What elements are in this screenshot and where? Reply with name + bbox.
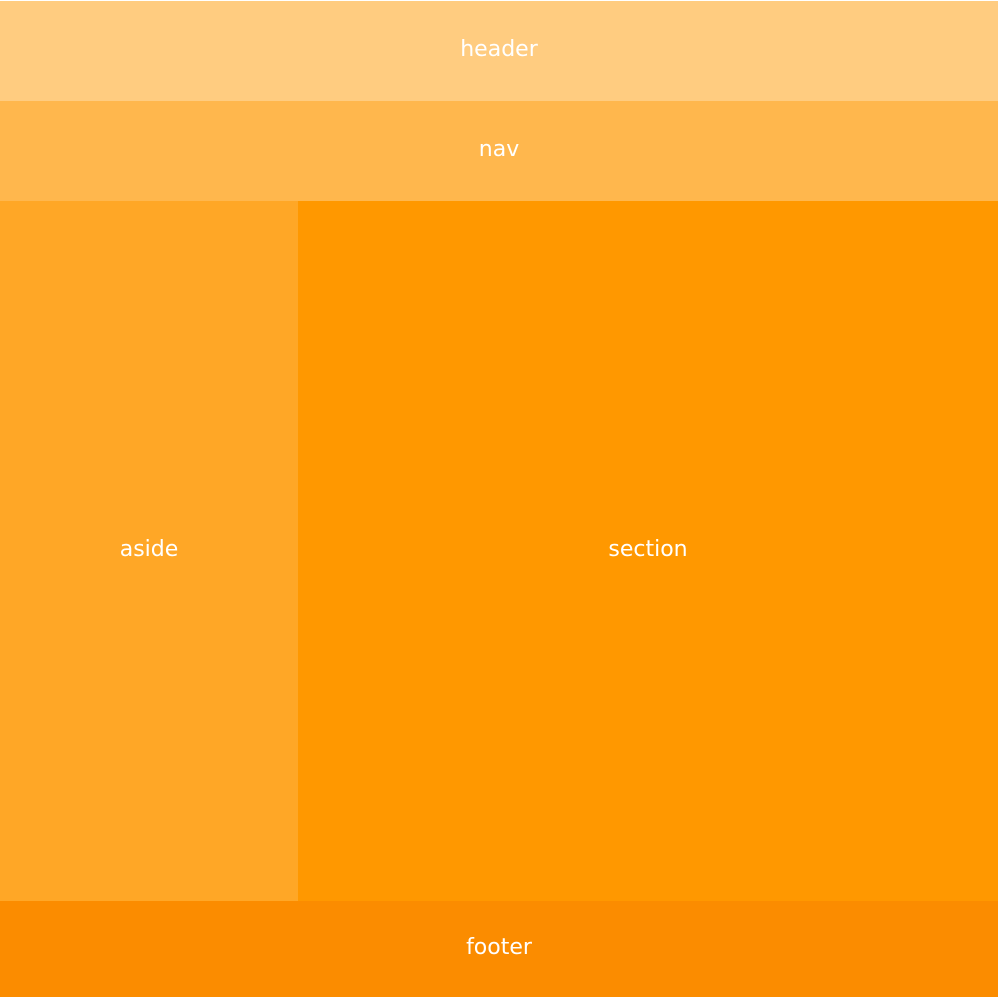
footer-label: footer: [466, 935, 532, 960]
section-label: section: [608, 537, 688, 562]
section-region: section: [298, 201, 998, 901]
footer-region: footer: [0, 901, 998, 997]
nav-label: nav: [478, 137, 520, 162]
header-label: header: [460, 37, 538, 62]
aside-label: aside: [119, 537, 179, 562]
content-row: aside section: [0, 201, 998, 901]
aside-region: aside: [0, 201, 298, 901]
header-region: header: [0, 1, 998, 101]
nav-region: nav: [0, 101, 998, 201]
layout-page: header nav aside section footer: [0, 0, 998, 997]
